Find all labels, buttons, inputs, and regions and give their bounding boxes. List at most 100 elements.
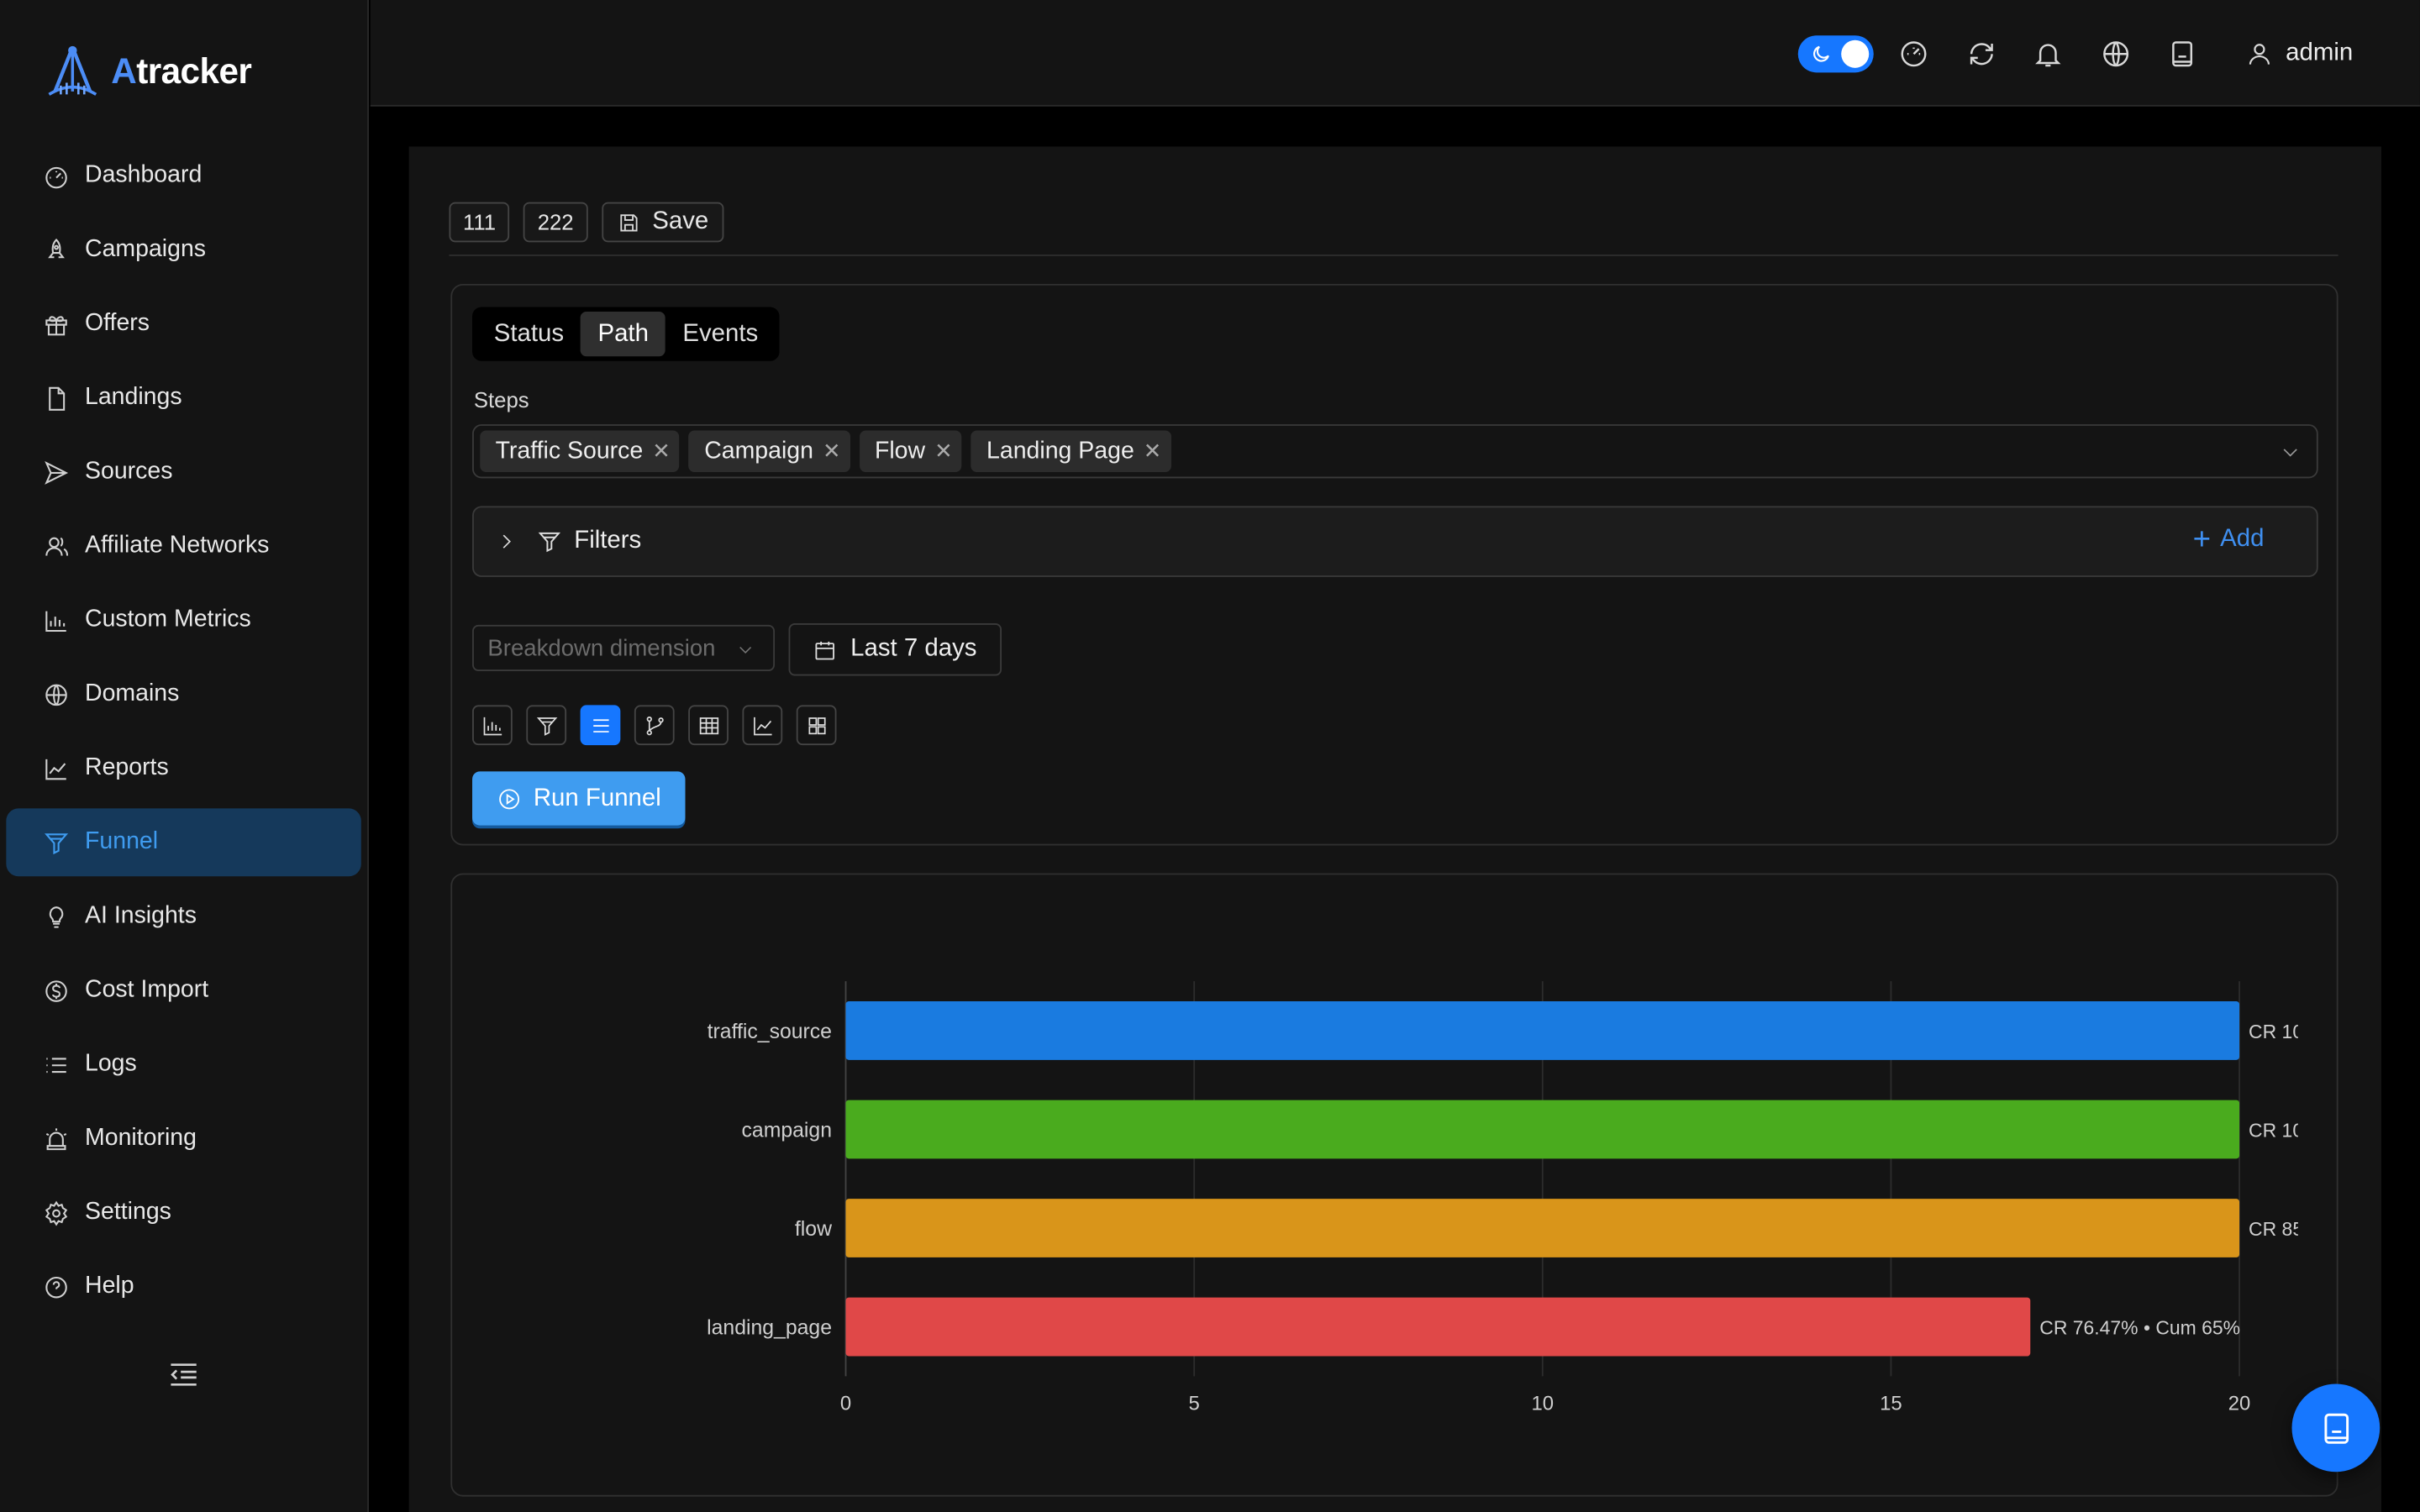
view-funnel-button[interactable] <box>526 705 567 746</box>
sidebar-item-label: Offers <box>85 310 150 337</box>
question-icon <box>45 1276 67 1298</box>
filters-collapse[interactable]: Filters + Add <box>472 506 2318 577</box>
funnel-icon <box>537 529 561 554</box>
view-grid-button[interactable] <box>796 705 837 746</box>
sidebar-item-campaigns[interactable]: Campaigns <box>6 216 360 284</box>
category-label: traffic_source <box>708 1021 832 1043</box>
play-circle-icon <box>498 788 519 809</box>
data-label: CR 85 <box>2249 1218 2303 1240</box>
sidebar-item-custom-metrics[interactable]: Custom Metrics <box>6 586 360 654</box>
ai-assistant-fab[interactable] <box>2291 1383 2381 1473</box>
breakdown-select[interactable]: Breakdown dimension <box>472 624 776 671</box>
sidebar-item-sources[interactable]: Sources <box>6 438 360 507</box>
collapse-sidebar-button[interactable] <box>166 1357 200 1391</box>
grid-icon <box>808 717 825 734</box>
funnel-chart-panel: traffic_source CR 10 campaign CR 10 flow CR 8… <box>450 873 2338 1497</box>
robot-icon <box>2323 1412 2349 1443</box>
calendar-icon <box>815 640 835 659</box>
sidebar-item-landings[interactable]: Landings <box>6 364 360 432</box>
funnel-bar-chart: traffic_source CR 10 campaign CR 10 flow CR 8… <box>707 981 2303 1415</box>
add-filter-button[interactable]: + Add <box>2193 524 2265 555</box>
theme-toggle[interactable] <box>1797 35 1874 73</box>
remove-tag-icon[interactable]: ✕ <box>1144 438 1162 465</box>
sidebar-item-label: Reports <box>85 754 169 781</box>
save-button[interactable]: Save <box>601 202 724 243</box>
sidebar-item-label: Logs <box>85 1050 137 1078</box>
remove-tag-icon[interactable]: ✕ <box>652 438 671 465</box>
speed-button[interactable] <box>1898 39 1929 70</box>
sidebar-item-label: Landings <box>85 384 182 411</box>
refresh-button[interactable] <box>1966 39 1997 70</box>
add-label: Add <box>2220 526 2265 553</box>
sidebar-item-dashboard[interactable]: Dashboard <box>6 142 360 210</box>
view-branch-button[interactable] <box>634 705 675 746</box>
send-icon <box>45 460 69 484</box>
run-funnel-button[interactable]: Run Funnel <box>472 771 686 826</box>
divider <box>449 255 2338 256</box>
tab-events[interactable]: Events <box>666 312 775 356</box>
remove-tag-icon[interactable]: ✕ <box>934 438 953 465</box>
tab-path[interactable]: Path <box>581 312 666 357</box>
app-logo[interactable]: Atracker <box>43 40 252 102</box>
sidebar-item-settings[interactable]: Settings <box>6 1179 360 1247</box>
filters-label: Filters <box>574 528 642 554</box>
x-tick-label: 15 <box>1880 1393 1902 1415</box>
menu-icon <box>592 718 608 732</box>
view-table-button[interactable] <box>688 705 729 746</box>
steps-label: Steps <box>473 387 529 412</box>
logo-icon <box>48 45 97 96</box>
remove-tag-icon[interactable]: ✕ <box>823 438 841 465</box>
view-horizontal-bar-button[interactable] <box>580 705 621 746</box>
sidebar-item-label: Settings <box>85 1199 171 1226</box>
steps-select[interactable]: Traffic Source ✕ Campaign ✕ Flow ✕ Landing … <box>472 424 2318 479</box>
sidebar-item-funnel[interactable]: Funnel <box>6 808 361 877</box>
sidebar-item-label: Affiliate Networks <box>85 532 270 559</box>
funnel-query-panel: Status Path Events Steps Traffic Source ✕… <box>450 283 2338 846</box>
gift-icon <box>45 315 67 335</box>
sidebar-item-monitoring[interactable]: Monitoring <box>6 1105 360 1173</box>
branch-icon <box>645 716 663 735</box>
funnel-icon <box>45 832 69 854</box>
view-bar-button[interactable] <box>472 705 513 746</box>
assistant-button[interactable] <box>2167 39 2198 70</box>
bar-traffic_source <box>845 1001 2240 1060</box>
x-tick-label: 0 <box>840 1393 851 1415</box>
sidebar-item-logs[interactable]: Logs <box>6 1031 360 1099</box>
toggle-knob <box>1841 39 1870 68</box>
bell-icon <box>2035 44 2061 67</box>
sidebar-item-reports[interactable]: Reports <box>6 734 360 802</box>
globe-icon <box>45 683 67 706</box>
sidebar-item-ai-insights[interactable]: AI Insights <box>6 883 360 951</box>
date-range-button[interactable]: Last 7 days <box>788 623 1002 676</box>
sidebar-item-domains[interactable]: Domains <box>6 660 360 728</box>
sidebar-item-offers[interactable]: Offers <box>6 290 360 358</box>
tab-status[interactable]: Status <box>477 312 581 356</box>
view-line-button[interactable] <box>742 705 783 746</box>
sidebar-item-affiliate-networks[interactable]: Affiliate Networks <box>6 512 360 580</box>
dashboard-icon <box>45 165 67 188</box>
user-icon <box>2249 44 2270 65</box>
bar-campaign <box>845 1100 2240 1159</box>
preset-chip-2[interactable]: 222 <box>523 202 588 243</box>
rocket-icon <box>48 238 65 258</box>
step-tag: Landing Page ✕ <box>971 430 1171 473</box>
language-button[interactable] <box>2101 39 2132 70</box>
sidebar-nav: Dashboard Campaigns Offers Landings Sour… <box>6 142 361 1327</box>
user-menu[interactable]: admin <box>2245 34 2353 74</box>
bulb-icon <box>49 906 64 927</box>
app-name: Atracker <box>111 50 252 91</box>
x-tick-label: 5 <box>1189 1393 1200 1415</box>
sidebar-item-cost-import[interactable]: Cost Import <box>6 957 360 1025</box>
x-tick-label: 10 <box>1532 1393 1555 1415</box>
list-icon <box>46 1057 66 1073</box>
data-label: CR 10 <box>2249 1120 2303 1142</box>
sidebar-item-help[interactable]: Help <box>6 1252 360 1320</box>
notifications-button[interactable] <box>2033 39 2064 70</box>
step-tag: Traffic Source ✕ <box>480 430 680 473</box>
sidebar-item-label: Monitoring <box>85 1124 197 1152</box>
top-header: admin <box>370 0 2420 107</box>
chevron-down-icon <box>2280 441 2302 463</box>
bar-landing_page <box>845 1297 2031 1357</box>
preset-chip-1[interactable]: 111 <box>449 202 510 243</box>
category-label: landing_page <box>707 1317 832 1340</box>
